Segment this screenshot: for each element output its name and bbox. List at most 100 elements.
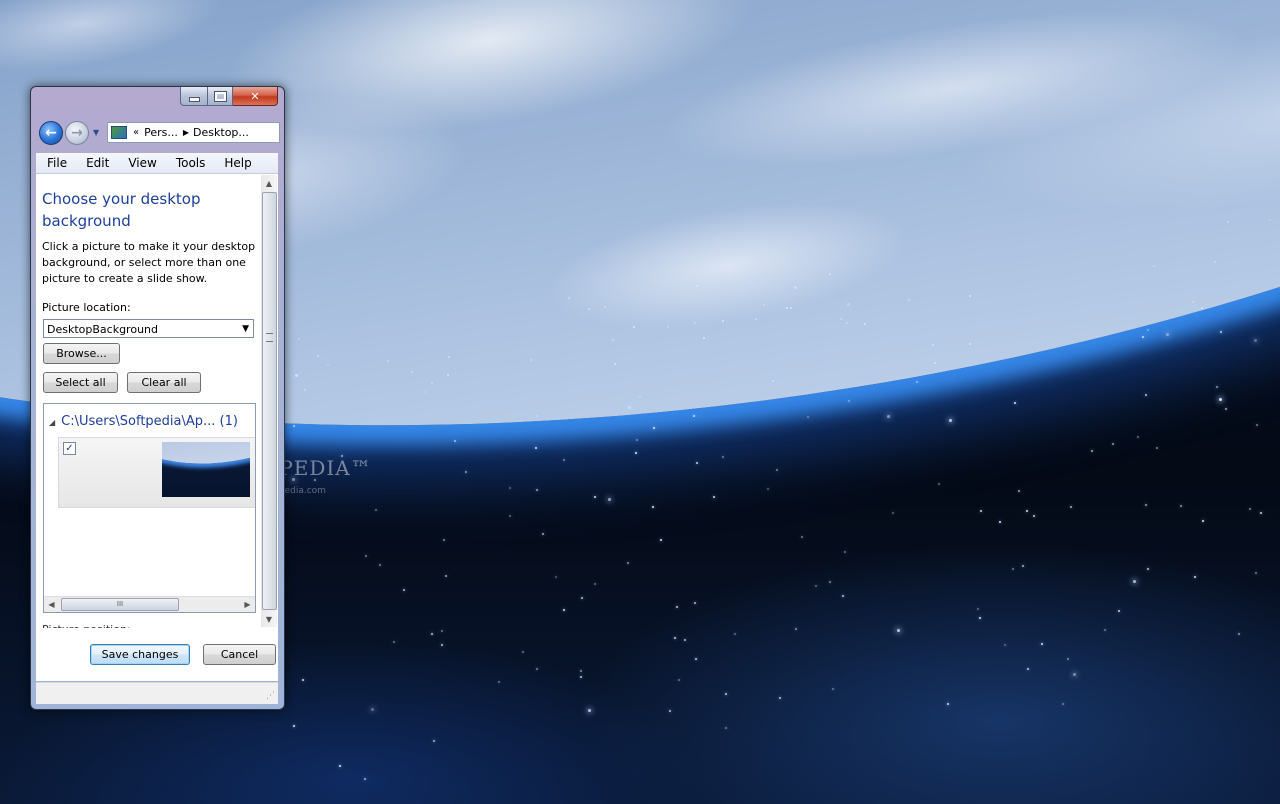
- scroll-left-button[interactable]: ◀: [44, 597, 59, 612]
- forward-button[interactable]: →: [65, 121, 89, 145]
- breadcrumb-desktop-background[interactable]: Desktop...: [193, 126, 249, 139]
- close-icon: ✕: [250, 89, 260, 103]
- group-header-label: C:\Users\Softpedia\Ap... (1): [61, 414, 238, 429]
- star: [693, 415, 695, 417]
- caption-buttons: ✕: [180, 87, 278, 107]
- star: [304, 389, 306, 391]
- star: [1041, 643, 1043, 645]
- star: [371, 708, 374, 711]
- star: [1219, 398, 1222, 401]
- star: [832, 688, 834, 690]
- star: [1022, 565, 1024, 567]
- menu-file[interactable]: File: [36, 156, 75, 170]
- star: [393, 641, 395, 643]
- star: [1104, 629, 1106, 631]
- navigation-bar: ← → ▼ « Pers... ▶ Desktop...: [37, 119, 280, 145]
- star: [1014, 402, 1016, 404]
- star: [786, 307, 788, 309]
- star: [612, 339, 614, 341]
- star: [639, 396, 641, 398]
- star: [387, 360, 389, 362]
- picture-checkbox[interactable]: ✓: [63, 442, 76, 455]
- picture-thumbnail[interactable]: [162, 442, 250, 497]
- star: [1202, 520, 1204, 522]
- personalization-window: ✕ ← → ▼ « Pers... ▶ Desktop... File Edit…: [30, 86, 285, 710]
- star: [555, 576, 557, 578]
- horizontal-scroll-thumb[interactable]: III: [61, 598, 179, 611]
- star: [1166, 333, 1169, 336]
- picture-tile[interactable]: ✓: [58, 437, 255, 508]
- star: [722, 456, 724, 458]
- save-changes-button[interactable]: Save changes: [90, 644, 190, 665]
- star: [411, 371, 413, 373]
- star: [1067, 658, 1069, 660]
- star: [725, 727, 727, 729]
- address-bar[interactable]: « Pers... ▶ Desktop...: [107, 122, 280, 143]
- star: [581, 597, 583, 599]
- star: [887, 415, 890, 418]
- star: [498, 681, 500, 683]
- star: [1142, 336, 1144, 338]
- star: [795, 628, 797, 630]
- star: [694, 322, 696, 324]
- picture-gallery: ◢ C:\Users\Softpedia\Ap... (1) ✓ ◀ III ▶: [43, 403, 256, 613]
- back-button[interactable]: ←: [39, 121, 63, 145]
- vertical-scrollbar[interactable]: ▲ ▼: [261, 175, 277, 627]
- star: [563, 459, 565, 461]
- address-overflow-chevron[interactable]: «: [133, 127, 139, 138]
- breadcrumb-personalization[interactable]: Pers...: [144, 126, 178, 139]
- star: [1254, 339, 1257, 342]
- star: [1018, 490, 1020, 492]
- scroll-up-button[interactable]: ▲: [261, 175, 277, 191]
- clear-all-button[interactable]: Clear all: [127, 372, 201, 393]
- star: [580, 676, 582, 678]
- menu-help[interactable]: Help: [213, 156, 259, 170]
- scroll-down-button[interactable]: ▼: [261, 611, 277, 627]
- star: [840, 318, 842, 320]
- star: [317, 355, 319, 357]
- star: [1133, 580, 1136, 583]
- star: [522, 651, 524, 653]
- recent-pages-button[interactable]: ▼: [93, 128, 99, 137]
- star: [1026, 510, 1028, 512]
- scroll-right-button[interactable]: ▶: [240, 597, 255, 612]
- cancel-button[interactable]: Cancel: [203, 644, 276, 665]
- resize-grip-icon[interactable]: ⋰: [266, 691, 275, 701]
- star: [684, 639, 686, 641]
- menu-edit[interactable]: Edit: [75, 156, 117, 170]
- star: [1033, 515, 1035, 517]
- star: [652, 506, 654, 508]
- star: [588, 709, 591, 712]
- star: [1027, 668, 1029, 670]
- vertical-scroll-thumb[interactable]: [262, 192, 277, 610]
- star: [563, 609, 565, 611]
- star: [842, 595, 844, 597]
- maximize-button[interactable]: [208, 87, 233, 106]
- browse-button[interactable]: Browse...: [43, 343, 120, 364]
- picture-location-select[interactable]: DesktopBackground ▼: [43, 319, 254, 338]
- collapse-triangle-icon[interactable]: ◢: [49, 418, 55, 427]
- close-button[interactable]: ✕: [233, 87, 278, 106]
- star: [1238, 633, 1240, 635]
- menu-tools[interactable]: Tools: [165, 156, 214, 170]
- star: [1147, 568, 1149, 570]
- group-header[interactable]: ◢ C:\Users\Softpedia\Ap... (1): [49, 414, 238, 429]
- star: [424, 391, 426, 393]
- star: [815, 585, 817, 587]
- star: [696, 462, 698, 464]
- star: [794, 286, 797, 289]
- star: [445, 575, 447, 577]
- star: [454, 440, 456, 442]
- star: [509, 487, 511, 489]
- page-description: Click a picture to make it your desktop …: [42, 240, 256, 285]
- star: [1249, 508, 1251, 510]
- menu-view[interactable]: View: [117, 156, 164, 170]
- breadcrumb-arrow-icon[interactable]: ▶: [183, 128, 189, 137]
- star: [1216, 386, 1218, 388]
- select-all-button[interactable]: Select all: [43, 372, 118, 393]
- star: [1145, 394, 1147, 396]
- thumbnail-earth: [162, 442, 250, 480]
- star: [694, 602, 696, 604]
- horizontal-scrollbar[interactable]: ◀ III ▶: [44, 596, 255, 612]
- minimize-button[interactable]: [180, 87, 208, 106]
